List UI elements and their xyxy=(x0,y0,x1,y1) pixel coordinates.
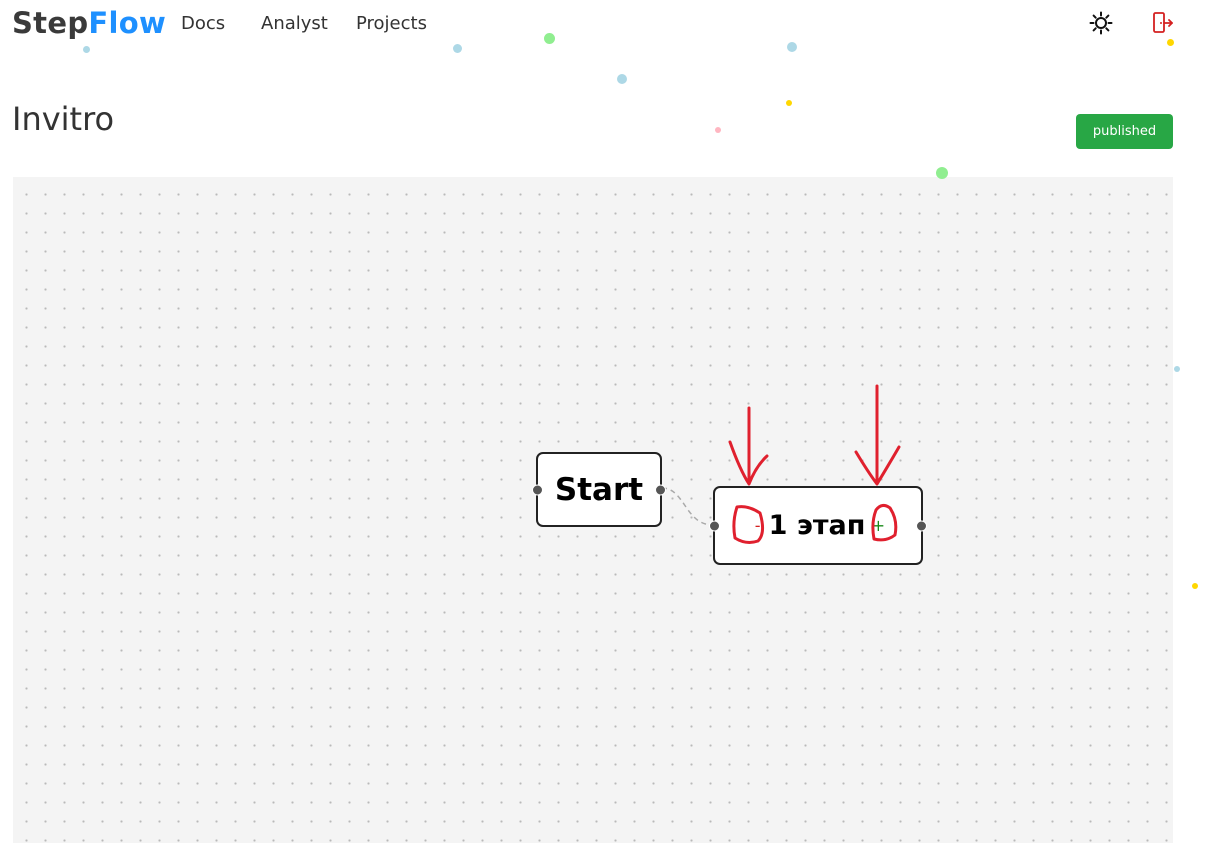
stage-add-button[interactable]: + xyxy=(871,516,885,536)
stage-node[interactable]: - 1 этап + xyxy=(709,486,927,565)
decorative-dot xyxy=(1167,39,1174,46)
stage-remove-button[interactable]: - xyxy=(751,516,765,536)
sun-icon xyxy=(1089,11,1113,35)
flow-edge[interactable] xyxy=(661,487,714,526)
decorative-dot xyxy=(453,44,462,53)
decorative-dot xyxy=(1174,366,1180,372)
stage-node-label: 1 этап xyxy=(768,510,866,541)
logo-text-step: Step xyxy=(12,6,89,40)
decorative-dot xyxy=(83,46,90,53)
nav-link-projects[interactable]: Projects xyxy=(356,13,427,34)
logout-button[interactable] xyxy=(1150,10,1176,36)
flow-canvas[interactable]: Start - 1 этап + xyxy=(13,177,1173,843)
nav-link-analyst[interactable]: Analyst xyxy=(261,13,328,34)
theme-toggle-button[interactable] xyxy=(1088,10,1114,36)
stage-node-input-handle[interactable] xyxy=(709,520,720,531)
decorative-dot xyxy=(544,33,555,44)
start-node[interactable]: Start xyxy=(532,452,666,527)
decorative-dot xyxy=(787,42,797,52)
logo-text-flow: Flow xyxy=(88,6,167,40)
start-node-output-handle[interactable] xyxy=(655,484,666,495)
decorative-dot xyxy=(936,167,948,179)
decorative-dot xyxy=(617,74,627,84)
page-title: Invitro xyxy=(12,100,115,138)
start-node-input-handle[interactable] xyxy=(532,484,543,495)
top-navbar: StepFlow Docs Analyst Projects xyxy=(0,0,1211,52)
start-node-label: Start xyxy=(554,471,644,508)
decorative-dot xyxy=(1192,583,1198,589)
status-badge[interactable]: published xyxy=(1076,114,1173,149)
stepflow-logo[interactable]: StepFlow xyxy=(12,6,166,40)
nav-link-docs[interactable]: Docs xyxy=(181,13,225,34)
decorative-dot xyxy=(715,127,721,133)
logout-door-icon xyxy=(1153,12,1173,33)
decorative-dot xyxy=(786,100,792,106)
stage-node-output-handle[interactable] xyxy=(916,520,927,531)
